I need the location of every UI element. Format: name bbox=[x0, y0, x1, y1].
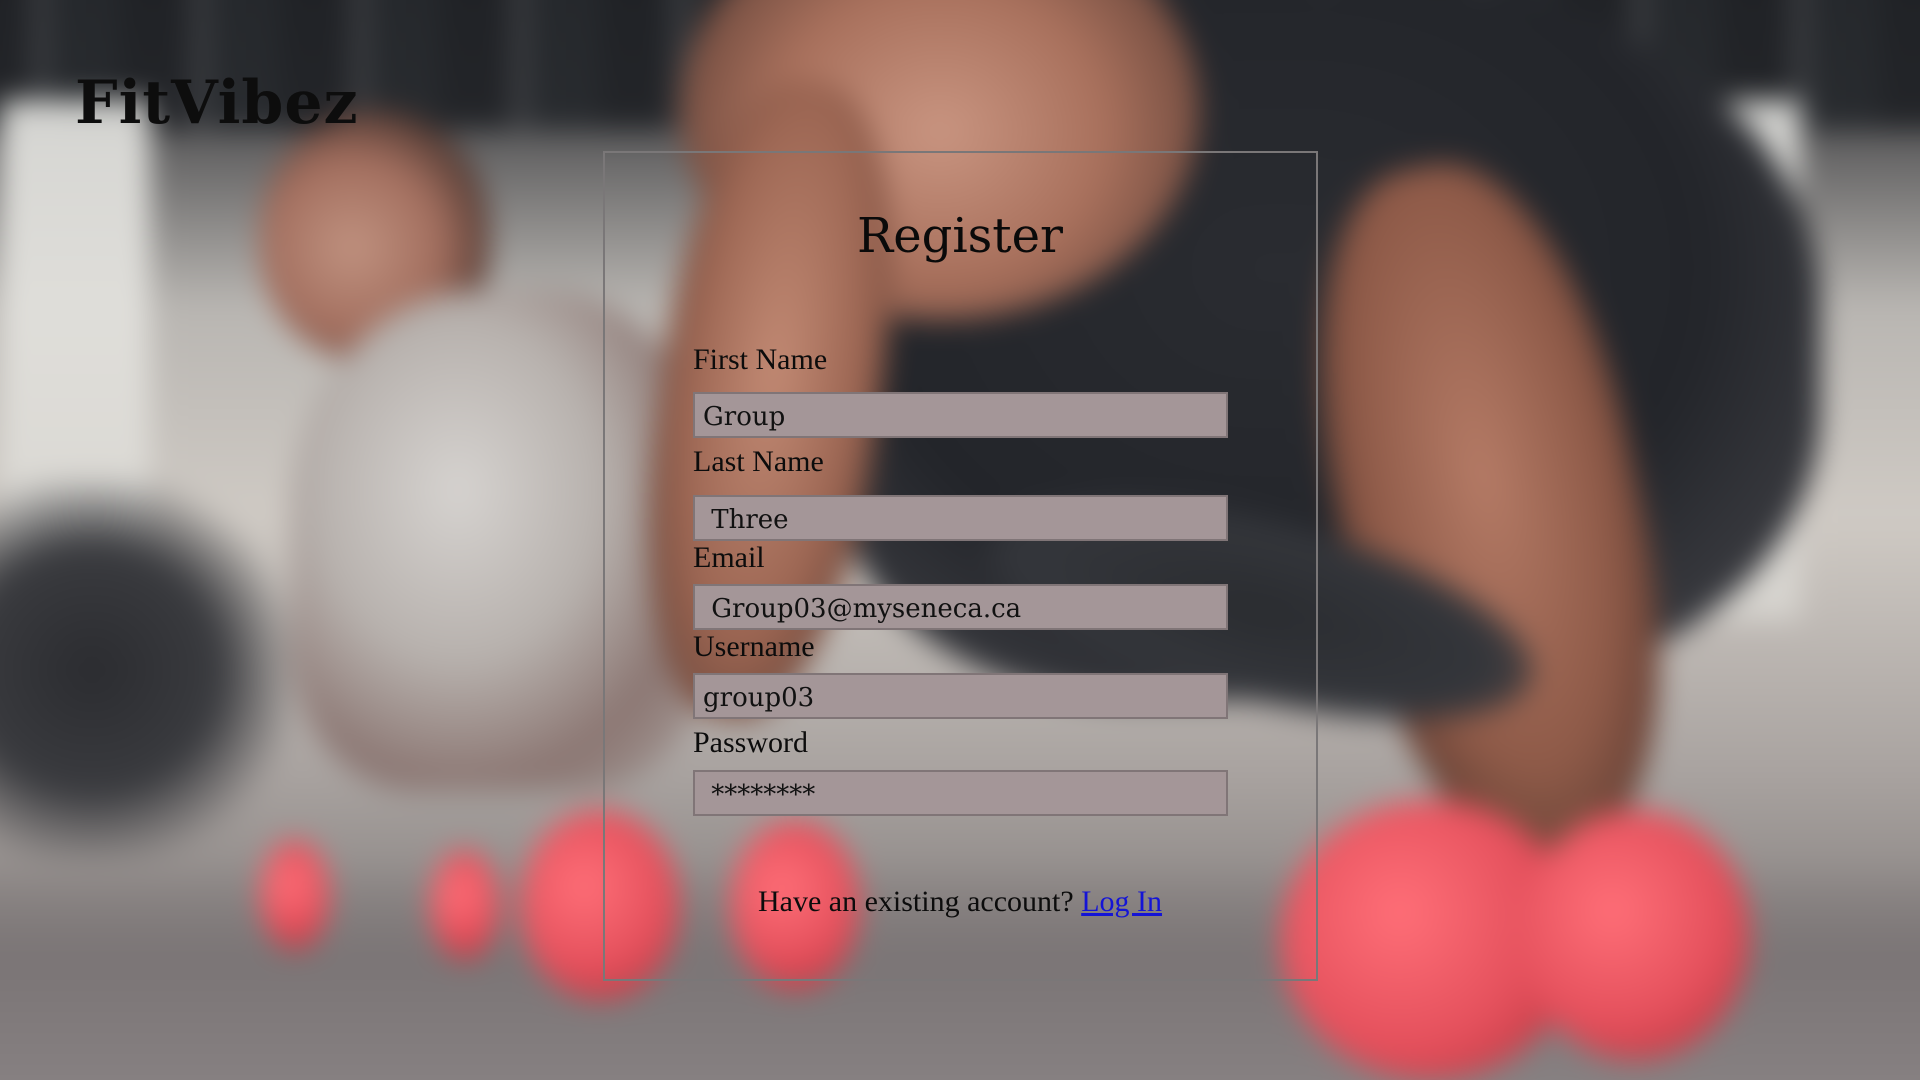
last-name-label: Last Name bbox=[693, 445, 824, 478]
last-name-field[interactable] bbox=[693, 495, 1228, 541]
first-name-field[interactable] bbox=[693, 392, 1228, 438]
brand-logo: FitVibez bbox=[75, 68, 359, 138]
password-field[interactable] bbox=[693, 770, 1228, 816]
email-label: Email bbox=[693, 541, 765, 574]
password-label: Password bbox=[693, 726, 809, 759]
username-label: Username bbox=[693, 630, 815, 663]
existing-account-prompt: Have an existing account? Log In bbox=[0, 885, 1920, 919]
page-title: Register bbox=[857, 208, 1063, 264]
email-field[interactable] bbox=[693, 584, 1228, 630]
existing-account-text: Have an existing account? bbox=[757, 885, 1074, 918]
first-name-label: First Name bbox=[693, 343, 828, 376]
login-link[interactable]: Log In bbox=[1081, 885, 1162, 918]
username-field[interactable] bbox=[693, 673, 1228, 719]
